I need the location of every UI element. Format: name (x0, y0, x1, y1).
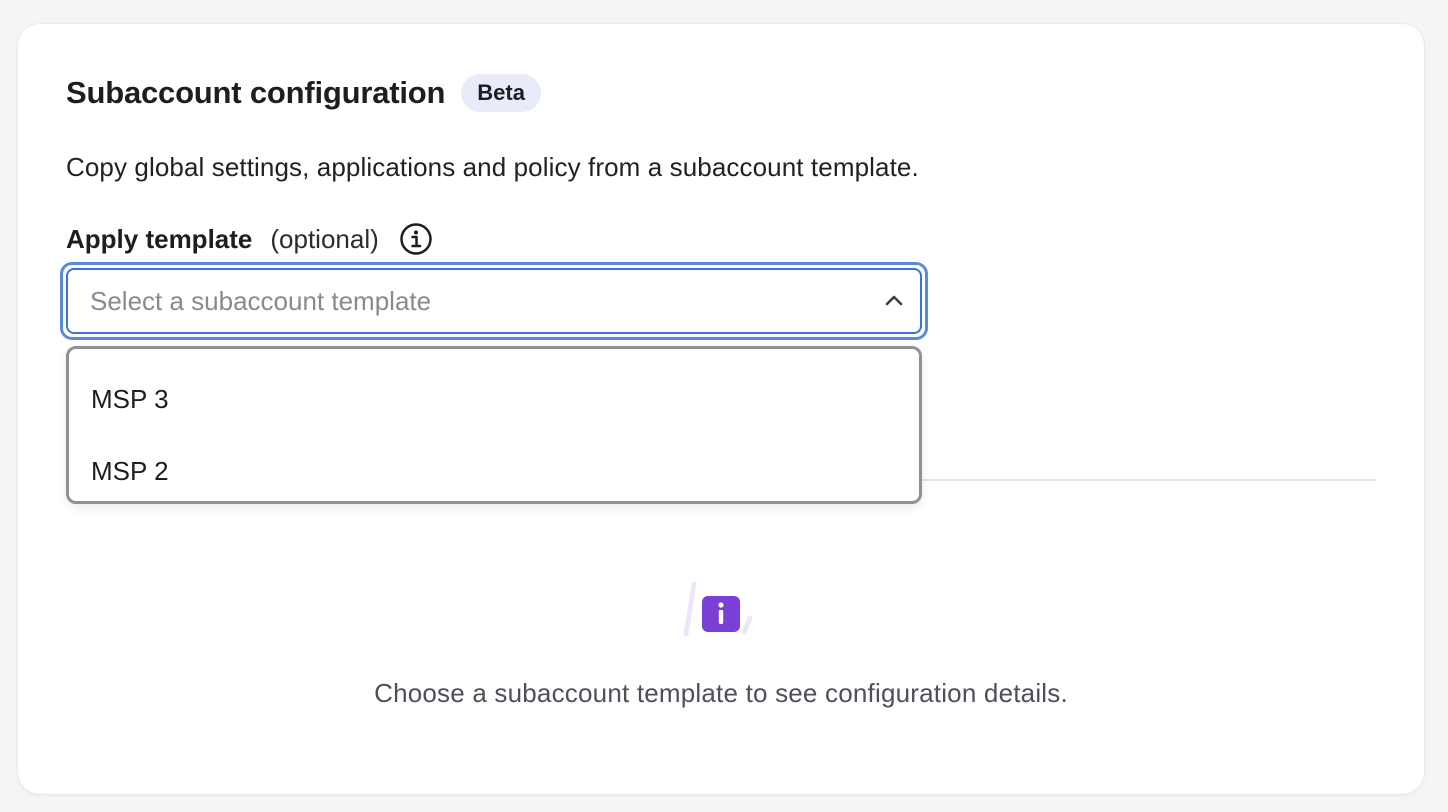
subaccount-configuration-card: Subaccount configuration Beta Copy globa… (18, 24, 1424, 794)
select-placeholder: Select a subaccount template (90, 285, 432, 316)
dropdown-option-msp-3[interactable]: MSP 3 (69, 363, 919, 435)
dropdown-option-msp-2[interactable]: MSP 2 (69, 435, 919, 507)
info-circle-icon[interactable] (399, 222, 433, 256)
field-label: Apply template (66, 223, 253, 254)
title-row: Subaccount configuration Beta (66, 74, 541, 112)
chevron-up-icon[interactable] (882, 289, 906, 313)
template-dropdown-menu: MSP 3 MSP 2 (66, 346, 922, 504)
section-title: Subaccount configuration (66, 75, 446, 110)
template-select[interactable]: Select a subaccount template (60, 262, 928, 340)
template-select-control[interactable]: Select a subaccount template (66, 268, 922, 334)
field-label-row: Apply template (optional) (66, 222, 433, 256)
section-description: Copy global settings, applications and p… (66, 152, 919, 182)
empty-state-message: Choose a subaccount template to see conf… (374, 678, 1068, 708)
beta-badge: Beta (461, 74, 541, 112)
field-optional-label: (optional) (270, 223, 379, 254)
info-badge-icon (682, 578, 754, 642)
